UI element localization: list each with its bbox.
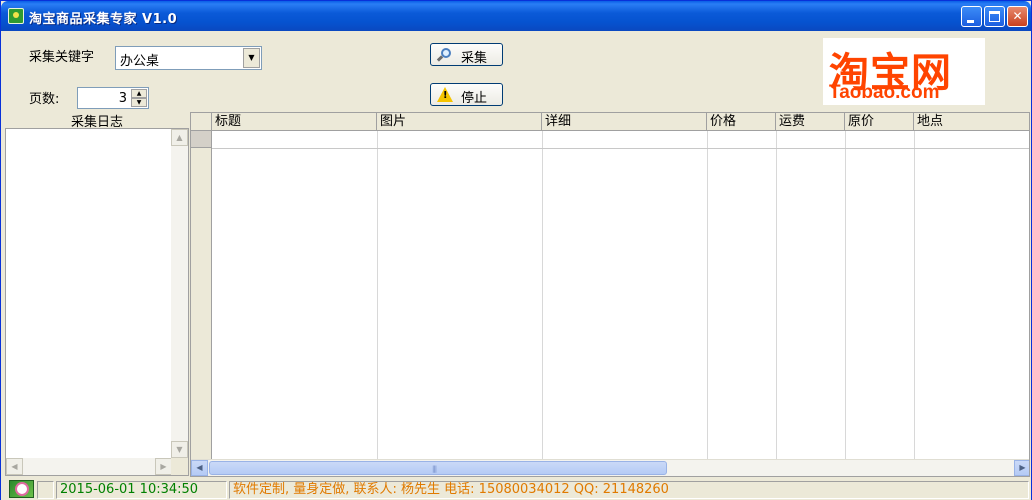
column-header-location[interactable]: 地点 — [914, 113, 1029, 131]
minimize-button[interactable] — [961, 6, 982, 27]
warning-icon: ! — [437, 87, 453, 103]
row-header-selected[interactable] — [191, 131, 211, 148]
column-header-shipping[interactable]: 运费 — [776, 113, 845, 131]
spin-down-icon[interactable]: ▼ — [131, 98, 147, 107]
maximize-button[interactable] — [984, 6, 1005, 27]
app-icon[interactable] — [8, 8, 24, 24]
log-listbox[interactable]: ▲ ▼ ◀ ▶ — [5, 128, 189, 476]
window-title: 淘宝商品采集专家 V1.0 — [29, 12, 178, 27]
column-header-price[interactable]: 价格 — [707, 113, 776, 131]
grid-divider — [707, 131, 708, 460]
grid-divider — [776, 131, 777, 460]
keyword-label: 采集关键字 — [29, 50, 95, 65]
main-window: 淘宝商品采集专家 V1.0 ✕ 采集关键字 办公桌 ▼ 页数: 3 ▲ ▼ 采集… — [0, 0, 1032, 500]
keyword-combobox[interactable]: 办公桌 ▼ — [115, 46, 262, 70]
scroll-down-icon[interactable]: ▼ — [171, 441, 188, 458]
pages-spinner[interactable]: 3 ▲ ▼ — [77, 87, 149, 109]
status-datetime: 2015-06-01 10:34:50 — [56, 481, 227, 499]
stop-button[interactable]: ! 停止 — [430, 83, 503, 106]
row-header-column — [191, 131, 212, 460]
grid-row-separator — [212, 148, 1029, 149]
column-header-detail[interactable]: 详细 — [542, 113, 707, 131]
chevron-down-icon[interactable]: ▼ — [243, 48, 260, 68]
grid-horizontal-scrollbar[interactable]: ◀ ||| ▶ — [191, 459, 1029, 476]
log-horizontal-scrollbar[interactable]: ◀ ▶ — [6, 458, 172, 475]
status-panel-empty — [37, 481, 54, 499]
status-bar: 2015-06-01 10:34:50 软件定制, 量身定做, 联系人: 杨先生… — [1, 479, 1031, 500]
scroll-left-icon[interactable]: ◀ — [191, 460, 208, 476]
search-icon — [436, 47, 453, 63]
grid-divider — [542, 131, 543, 460]
taobao-logo: 淘宝网 Taobao.com — [823, 38, 985, 105]
close-icon: ✕ — [1012, 9, 1023, 23]
close-button[interactable]: ✕ — [1007, 6, 1028, 27]
scroll-right-icon[interactable]: ▶ — [155, 458, 172, 475]
status-message: 软件定制, 量身定做, 联系人: 杨先生 电话: 15080034012 QQ:… — [229, 481, 1029, 499]
column-header-original-price[interactable]: 原价 — [845, 113, 914, 131]
spin-up-icon[interactable]: ▲ — [131, 89, 147, 98]
grid-corner-cell[interactable] — [191, 113, 212, 131]
spinner-buttons: ▲ ▼ — [131, 89, 147, 107]
logo-en-text: Taobao.com — [829, 82, 940, 103]
scroll-right-icon[interactable]: ▶ — [1014, 460, 1029, 476]
maximize-icon — [989, 11, 1000, 22]
grid-header: 标题 图片 详细 价格 运费 原价 地点 — [191, 113, 1029, 131]
log-vertical-scrollbar[interactable]: ▲ ▼ — [171, 129, 188, 458]
keyword-value: 办公桌 — [120, 54, 160, 69]
scroll-left-icon[interactable]: ◀ — [6, 458, 23, 475]
grid-divider — [914, 131, 915, 460]
scroll-up-icon[interactable]: ▲ — [171, 129, 188, 146]
column-header-image[interactable]: 图片 — [377, 113, 542, 131]
collect-button-label: 采集 — [461, 51, 488, 66]
grid-divider — [377, 131, 378, 460]
status-flower-icon — [9, 480, 34, 498]
scroll-corner — [171, 458, 188, 475]
column-header-title[interactable]: 标题 — [212, 113, 377, 131]
results-grid[interactable]: 标题 图片 详细 价格 运费 原价 地点 ◀ ||| ▶ — [190, 112, 1030, 477]
pages-label: 页数: — [29, 92, 60, 107]
collect-button[interactable]: 采集 — [430, 43, 503, 66]
pages-value: 3 — [118, 91, 127, 106]
stop-button-label: 停止 — [461, 91, 488, 106]
grid-divider — [845, 131, 846, 460]
minimize-icon — [967, 20, 974, 23]
scrollbar-thumb[interactable]: ||| — [209, 461, 667, 475]
title-bar[interactable]: 淘宝商品采集专家 V1.0 ✕ — [1, 1, 1031, 31]
